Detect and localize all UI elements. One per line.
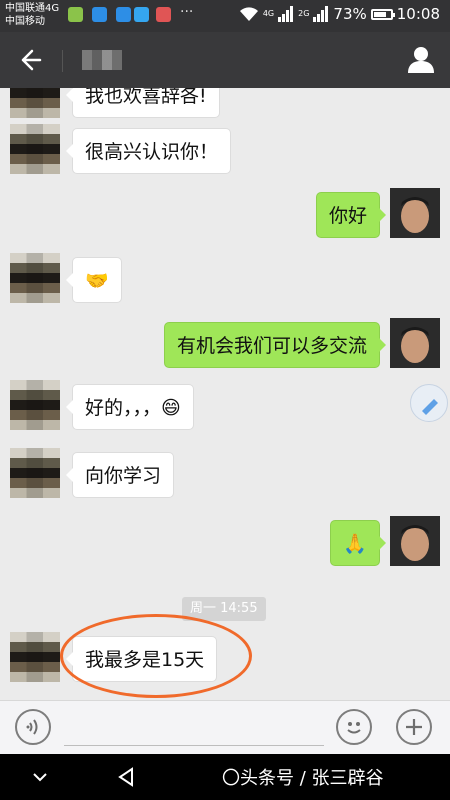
plus-icon [406, 719, 422, 735]
avatar-face-icon [390, 318, 440, 368]
network-type-label: 4G [262, 9, 275, 18]
contact-avatar[interactable] [10, 448, 60, 498]
my-avatar[interactable] [390, 318, 440, 368]
app-notification-icon [156, 7, 171, 22]
signal-icon [278, 6, 294, 22]
message-input-bar [0, 700, 450, 754]
more-options-button[interactable] [396, 709, 432, 745]
contact-avatar[interactable] [10, 88, 60, 118]
app-notification-icon [68, 7, 83, 22]
divider [62, 50, 63, 72]
chevron-down-icon[interactable] [28, 765, 52, 789]
battery-percent: 73% [333, 5, 367, 23]
contact-avatar[interactable] [10, 380, 60, 430]
network-type-label: 2G [298, 9, 310, 18]
person-icon[interactable] [406, 44, 436, 74]
message-row: 🤝 [0, 253, 450, 303]
message-row: 向你学习 [0, 448, 450, 498]
message-list[interactable]: 我也欢喜辞各! 很高兴认识你！ 你好 🤝 有机会我们可以多交流 好的，，，😄 向… [0, 88, 450, 700]
message-row: 有机会我们可以多交流 [0, 318, 450, 368]
battery-icon [370, 8, 395, 20]
my-avatar[interactable] [390, 516, 440, 566]
message-bubble[interactable]: 向你学习 [65, 452, 175, 498]
message-row: 很高兴认识你！ [0, 124, 450, 174]
chat-header [0, 32, 450, 88]
status-bar: 中国联通4G 中国移动 ··· 4G 2G 73% 10:08 [0, 0, 450, 32]
app-notification-icon [92, 7, 107, 22]
highlight-circle-annotation [60, 614, 252, 698]
message-bubble[interactable]: 我也欢喜辞各! [66, 88, 220, 118]
message-bubble[interactable]: 🤝 [66, 257, 122, 303]
carrier-secondary: 中国移动 [5, 16, 45, 27]
contact-name [82, 50, 122, 70]
voice-input-button[interactable] [15, 709, 51, 745]
carrier-primary: 中国联通4G [5, 3, 60, 14]
message-row: 🙏 [0, 516, 450, 566]
watermark: 〇头条号 / 张三辟谷 [222, 768, 384, 789]
message-row: 你好 [0, 188, 450, 238]
avatar-face-icon [390, 188, 440, 238]
contact-avatar[interactable] [10, 632, 60, 682]
pen-icon [422, 399, 438, 415]
message-bubble[interactable]: 你好 [315, 192, 387, 238]
more-notifications-icon: ··· [180, 4, 194, 20]
contact-avatar[interactable] [10, 124, 60, 174]
app-notification-icon [134, 7, 149, 22]
my-avatar[interactable] [390, 188, 440, 238]
app-notification-icon [116, 7, 131, 22]
message-row: 我也欢喜辞各! [0, 88, 450, 118]
contact-avatar[interactable] [10, 253, 60, 303]
clock: 10:08 [396, 5, 440, 23]
floating-action-button[interactable] [410, 384, 448, 422]
message-bubble[interactable]: 很高兴认识你！ [65, 128, 232, 174]
message-row: 好的，，，😄 [0, 380, 450, 430]
emoji-button[interactable] [336, 709, 372, 745]
message-bubble[interactable]: 好的，，，😄 [66, 384, 194, 430]
system-navigation-bar: 〇头条号 / 张三辟谷 [0, 754, 450, 800]
signal-icon [313, 6, 329, 22]
message-bubble[interactable]: 🙏 [330, 520, 386, 566]
message-bubble[interactable]: 有机会我们可以多交流 [163, 322, 387, 368]
voice-icon [26, 719, 38, 735]
smiley-icon [347, 722, 361, 734]
wifi-icon [239, 7, 258, 21]
back-arrow-icon[interactable] [16, 46, 44, 74]
avatar-face-icon [390, 516, 440, 566]
back-triangle-icon[interactable] [114, 765, 138, 789]
message-text-field[interactable] [64, 711, 324, 746]
carrier-info: 中国联通4G 中国移动 [5, 2, 59, 28]
